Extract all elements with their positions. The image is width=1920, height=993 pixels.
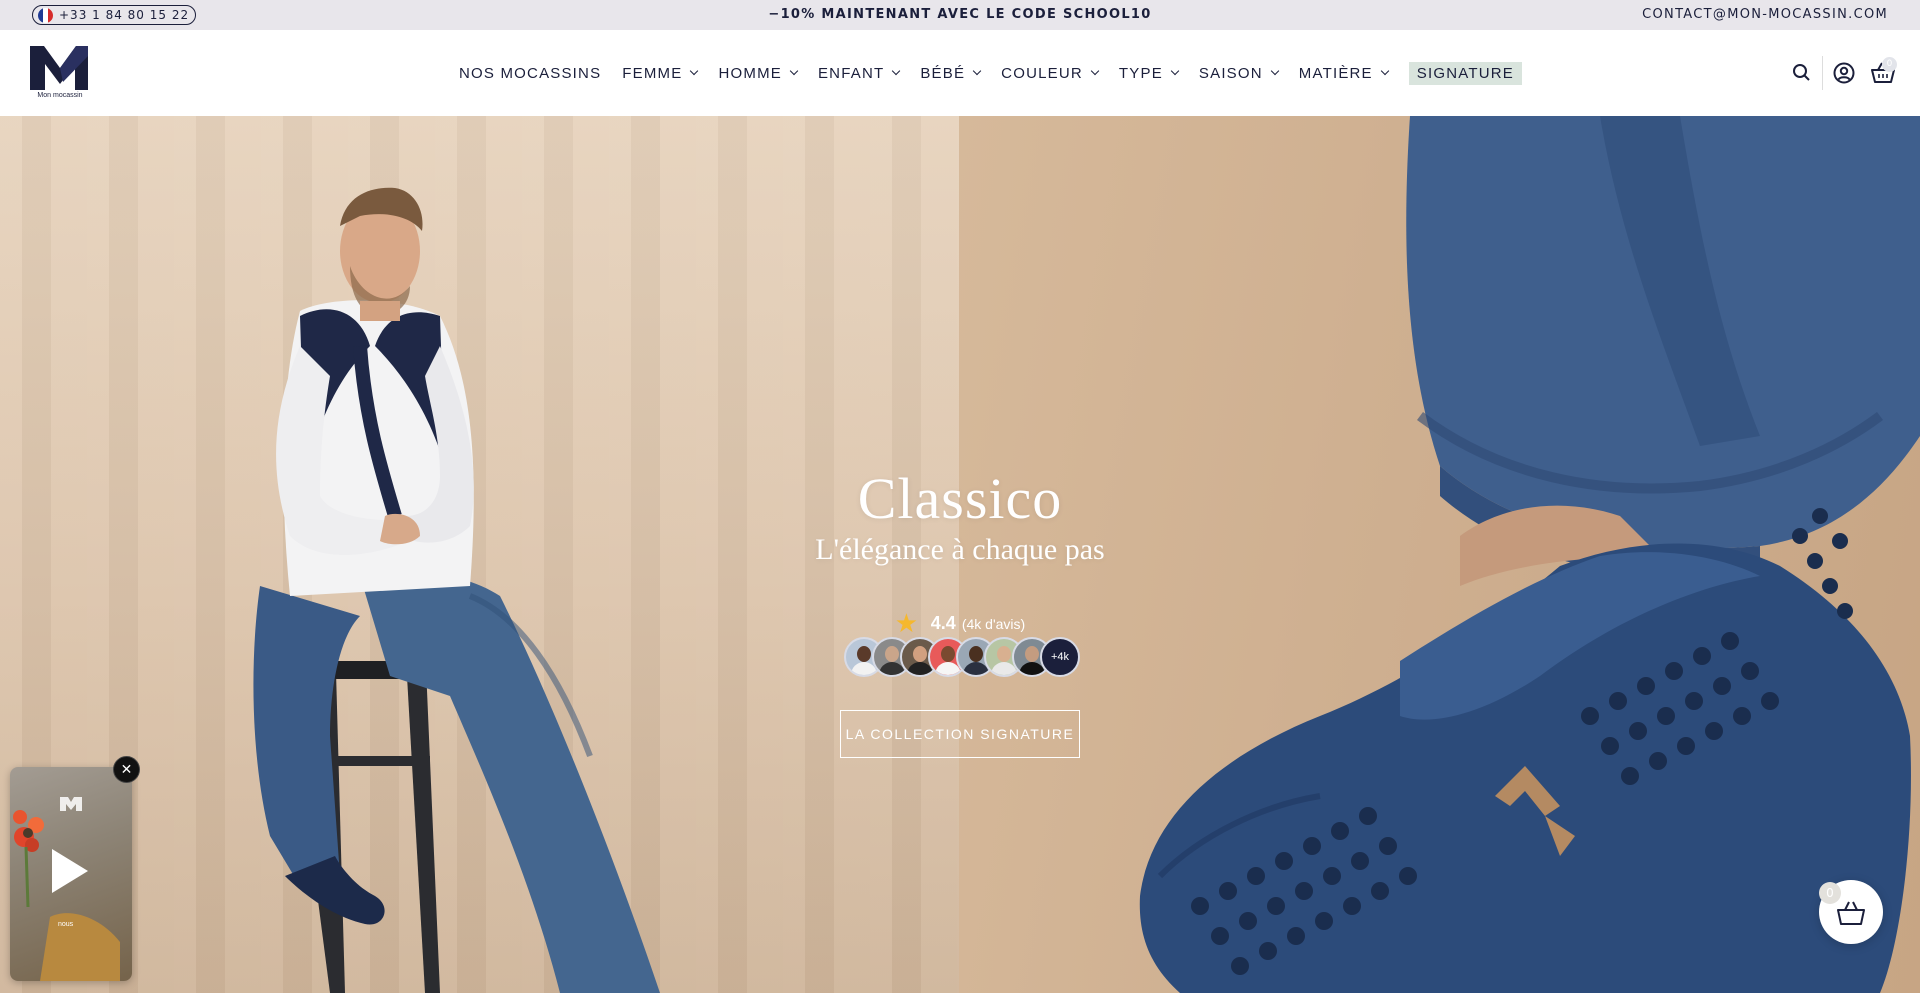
phone-link[interactable]: +33 1 84 80 15 22 bbox=[32, 5, 197, 25]
avatar-more-count: +4k bbox=[1040, 637, 1080, 677]
nav-item-label: TYPE bbox=[1118, 64, 1163, 82]
main-nav: NOS MOCASSINS FEMME HOMME ENFANT BÉBÉ CO… bbox=[459, 30, 1522, 116]
contact-email-link[interactable]: CONTACT@MON-MOCASSIN.COM bbox=[1642, 0, 1888, 30]
hero-text: Classico L'élégance à chaque pas bbox=[0, 466, 1920, 568]
play-icon bbox=[52, 849, 88, 893]
star-icon: ★ bbox=[894, 608, 919, 638]
nav-item-label: SAISON bbox=[1198, 64, 1263, 82]
nav-item-type[interactable]: TYPE bbox=[1118, 64, 1180, 82]
logo[interactable]: Mon mocassin bbox=[28, 42, 92, 104]
chevron-down-icon bbox=[789, 66, 799, 76]
phone-number: +33 1 84 80 15 22 bbox=[59, 8, 190, 22]
account-icon[interactable] bbox=[1832, 61, 1856, 85]
chevron-down-icon bbox=[690, 66, 699, 76]
header-divider bbox=[1822, 56, 1823, 90]
nav-item-signature[interactable]: SIGNATURE bbox=[1408, 61, 1522, 85]
nav-item-label: HOMME bbox=[718, 64, 782, 82]
nav-item-enfant[interactable]: ENFANT bbox=[817, 64, 901, 82]
rating-summary: ★ 4.4 (4k d'avis) bbox=[0, 608, 1920, 638]
hero-subtitle: L'élégance à chaque pas bbox=[815, 533, 1105, 566]
nav-item-femme[interactable]: FEMME bbox=[622, 64, 699, 82]
chevron-down-icon bbox=[892, 66, 901, 76]
nav-item-couleur[interactable]: COULEUR bbox=[1001, 64, 1100, 82]
logo-mark-icon bbox=[30, 46, 88, 90]
chevron-down-icon bbox=[1380, 66, 1390, 76]
video-close-button[interactable]: ✕ bbox=[113, 756, 140, 783]
nav-item-label: FEMME bbox=[622, 64, 683, 82]
announcement-bar: −10% MAINTENANT AVEC LE CODE SCHOOL10 +3… bbox=[0, 0, 1920, 30]
nav-item-nos-mocassins[interactable]: NOS MOCASSINS bbox=[459, 65, 601, 82]
video-widget[interactable]: nous bbox=[10, 767, 132, 981]
nav-item-label: BÉBÉ bbox=[920, 64, 966, 82]
nav-item-label: NOS MOCASSINS bbox=[459, 64, 602, 82]
nav-item-saison[interactable]: SAISON bbox=[1198, 64, 1280, 82]
cart-count-badge: 0 bbox=[1882, 57, 1897, 72]
hero-title: Classico bbox=[857, 466, 1063, 531]
nav-item-bebe[interactable]: BÉBÉ bbox=[920, 64, 982, 82]
nav-item-label: COULEUR bbox=[1001, 64, 1083, 82]
chevron-down-icon bbox=[1090, 66, 1100, 76]
video-caption: nous bbox=[58, 921, 74, 928]
promo-text: −10% MAINTENANT AVEC LE CODE SCHOOL10 bbox=[768, 7, 1152, 22]
reviewer-avatars: +4k bbox=[844, 637, 1080, 677]
nav-item-label: ENFANT bbox=[817, 64, 885, 82]
nav-item-homme[interactable]: HOMME bbox=[718, 64, 799, 82]
nav-item-label: MATIÈRE bbox=[1298, 64, 1373, 82]
chevron-down-icon bbox=[972, 66, 982, 76]
seated-model-illustration bbox=[253, 187, 660, 993]
site-header: Mon mocassin NOS MOCASSINS FEMME HOMME E… bbox=[0, 30, 1920, 116]
chevron-down-icon bbox=[1270, 66, 1280, 76]
collection-signature-button[interactable]: LA COLLECTION SIGNATURE bbox=[840, 710, 1080, 758]
nav-item-label: SIGNATURE bbox=[1416, 64, 1514, 82]
floating-cart-count: 0 bbox=[1819, 882, 1841, 904]
hero-banner: Classico L'élégance à chaque pas ★ 4.4 (… bbox=[0, 116, 1920, 993]
france-flag-icon bbox=[38, 7, 53, 23]
search-icon[interactable] bbox=[1790, 61, 1814, 85]
chevron-down-icon bbox=[1170, 66, 1180, 76]
rating-count: (4k d'avis) bbox=[961, 616, 1026, 632]
nav-item-matiere[interactable]: MATIÈRE bbox=[1298, 64, 1390, 82]
rating-value: 4.4 bbox=[930, 612, 956, 633]
logo-text: Mon mocassin bbox=[37, 92, 83, 99]
